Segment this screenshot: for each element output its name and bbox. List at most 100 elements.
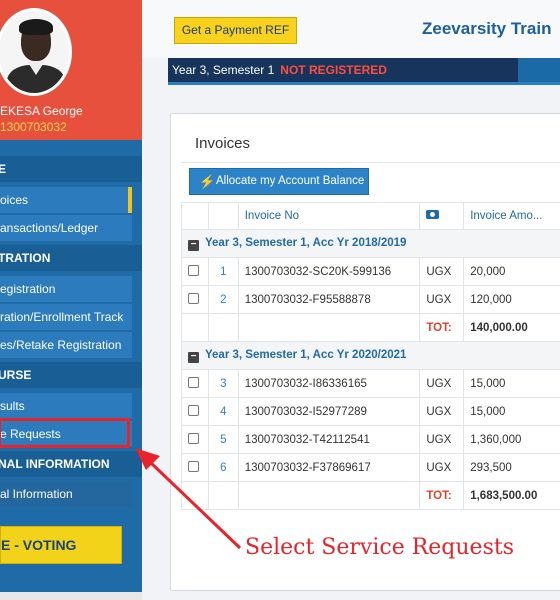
row-checkbox[interactable] [188, 404, 199, 416]
sidebar-item-label: ration/Enrollment Track [0, 310, 124, 324]
row-checkbox[interactable] [188, 376, 199, 388]
table-row: 2 1300703032-F95588878 UGX 120,000 [181, 285, 560, 314]
row-checkbox[interactable] [188, 264, 199, 276]
annotation-text: Select Service Requests [245, 535, 514, 560]
sidebar-item-label: es/Retake Registration [0, 338, 122, 352]
invoice-amount: 1,360,000 [463, 425, 560, 454]
currency: UGX [419, 285, 465, 314]
semester-bar-accent [518, 58, 560, 82]
currency: UGX [419, 257, 465, 286]
sidebar-item-enrollment-track[interactable]: ration/Enrollment Track [0, 304, 132, 330]
semester-bar-underline [168, 82, 560, 85]
empty-cell [207, 481, 239, 510]
sidebar-item-label: sults [0, 399, 25, 413]
table-row: 1 1300703032-SC20K-599136 UGX 20,000 [181, 257, 560, 286]
row-checkbox-cell [181, 453, 209, 482]
row-checkbox-cell [181, 397, 209, 426]
table-row: 5 1300703032-T42112541 UGX 1,360,000 [181, 425, 560, 454]
profile-card: EKESA George 1300703032 [0, 0, 142, 140]
section-label: NAL INFORMATION [0, 457, 110, 471]
section-registration: TRATION [0, 245, 142, 271]
sidebar-footer [0, 592, 142, 600]
get-payment-ref-button[interactable]: Get a Payment REF [174, 17, 297, 44]
total-label: TOT: [419, 481, 465, 510]
row-checkbox-cell [181, 369, 209, 398]
currency: UGX [419, 453, 465, 482]
row-index: 1 [207, 257, 239, 286]
sidebar-item-personal-information[interactable]: al Information [0, 481, 132, 507]
currency: UGX [419, 425, 465, 454]
invoice-amount: 15,000 [463, 369, 560, 398]
group-row[interactable]: − Year 3, Semester 1, Acc Yr 2020/2021 [181, 341, 560, 370]
divider [181, 162, 560, 163]
currency: UGX [419, 369, 465, 398]
money-icon [426, 210, 440, 219]
header-currency-cell [419, 202, 465, 230]
sidebar-item-results[interactable]: sults [0, 393, 132, 419]
total-row: TOT: 140,000.00 [181, 313, 560, 342]
row-checkbox[interactable] [188, 460, 199, 472]
row-checkbox-cell [181, 285, 209, 314]
empty-cell [181, 481, 209, 510]
invoice-number: 1300703032-F37869617 [237, 453, 421, 482]
sidebar-item-label: ansactions/Ledger [0, 221, 99, 235]
sidebar-item-invoices[interactable]: oices [0, 187, 132, 213]
row-checkbox-cell [181, 425, 209, 454]
table-header: Invoice No Invoice Amo... [181, 202, 560, 230]
invoice-number: 1300703032-T42112541 [237, 425, 421, 454]
header-index-cell [207, 202, 239, 230]
section-label: E [0, 162, 7, 176]
e-voting-button[interactable]: E - VOTING [0, 526, 122, 564]
sidebar-item-retake-registration[interactable]: es/Retake Registration [0, 332, 132, 358]
sidebar-item-transactions[interactable]: ansactions/Ledger [0, 215, 132, 241]
row-index: 5 [207, 425, 239, 454]
lightning-icon: ⚡ [199, 174, 216, 189]
invoice-amount: 120,000 [463, 285, 560, 314]
section-course: URSE [0, 362, 142, 388]
total-row: TOT: 1,683,500.00 [181, 481, 560, 510]
invoice-number: 1300703032-F95588878 [237, 285, 421, 314]
allocate-balance-label: Allocate my Account Balance [216, 175, 365, 187]
table-row: 6 1300703032-F37869617 UGX 293,500 [181, 453, 560, 482]
sidebar-item-label: oices [0, 193, 29, 207]
row-index: 3 [207, 369, 239, 398]
section-label: TRATION [0, 251, 51, 265]
semester-text: Year 3, Semester 1 [172, 63, 275, 77]
section-personal-information: NAL INFORMATION [0, 451, 142, 477]
invoice-number: 1300703032-SC20K-599136 [237, 257, 421, 286]
collapse-icon[interactable]: − [188, 351, 199, 363]
row-checkbox[interactable] [188, 292, 199, 304]
row-index: 4 [207, 397, 239, 426]
group-cell: − Year 3, Semester 1, Acc Yr 2018/2019 [181, 229, 560, 258]
collapse-icon[interactable]: − [188, 239, 199, 251]
header-checkbox-cell [181, 202, 209, 230]
group-title: Year 3, Semester 1, Acc Yr 2020/2021 [205, 348, 407, 361]
invoices-panel: Invoices ⚡ Allocate my Account Balance I… [170, 113, 560, 591]
table-row: 3 1300703032-I86336165 UGX 15,000 [181, 369, 560, 398]
brand-title: Zeevarsity Train [422, 19, 552, 38]
header-invoice-no[interactable]: Invoice No [237, 202, 421, 230]
avatar [0, 8, 72, 96]
student-name: EKESA George [0, 104, 83, 118]
total-label: TOT: [419, 313, 465, 342]
sidebar-item-label: egistration [0, 282, 56, 296]
panel-title: Invoices [195, 135, 251, 152]
student-number: 1300703032 [0, 120, 67, 134]
sidebar-item-label: al Information [0, 487, 73, 501]
table-row: 4 1300703032-I52977289 UGX 15,000 [181, 397, 560, 426]
group-row[interactable]: − Year 3, Semester 1, Acc Yr 2018/2019 [181, 229, 560, 258]
total-amount: 140,000.00 [463, 313, 560, 342]
sidebar-item-registration[interactable]: egistration [0, 276, 132, 302]
section-home: E [0, 156, 142, 182]
header-invoice-amount[interactable]: Invoice Amo... [463, 202, 560, 230]
annotation-highlight-box [0, 418, 130, 448]
e-voting-label: E - VOTING [1, 537, 77, 553]
group-title: Year 3, Semester 1, Acc Yr 2018/2019 [205, 236, 407, 249]
row-index: 6 [207, 453, 239, 482]
empty-cell [237, 481, 421, 510]
invoice-amount: 15,000 [463, 397, 560, 426]
allocate-balance-button[interactable]: ⚡ Allocate my Account Balance [189, 168, 369, 195]
row-checkbox[interactable] [188, 432, 199, 444]
invoice-amount: 293,500 [463, 453, 560, 482]
empty-cell [237, 313, 421, 342]
